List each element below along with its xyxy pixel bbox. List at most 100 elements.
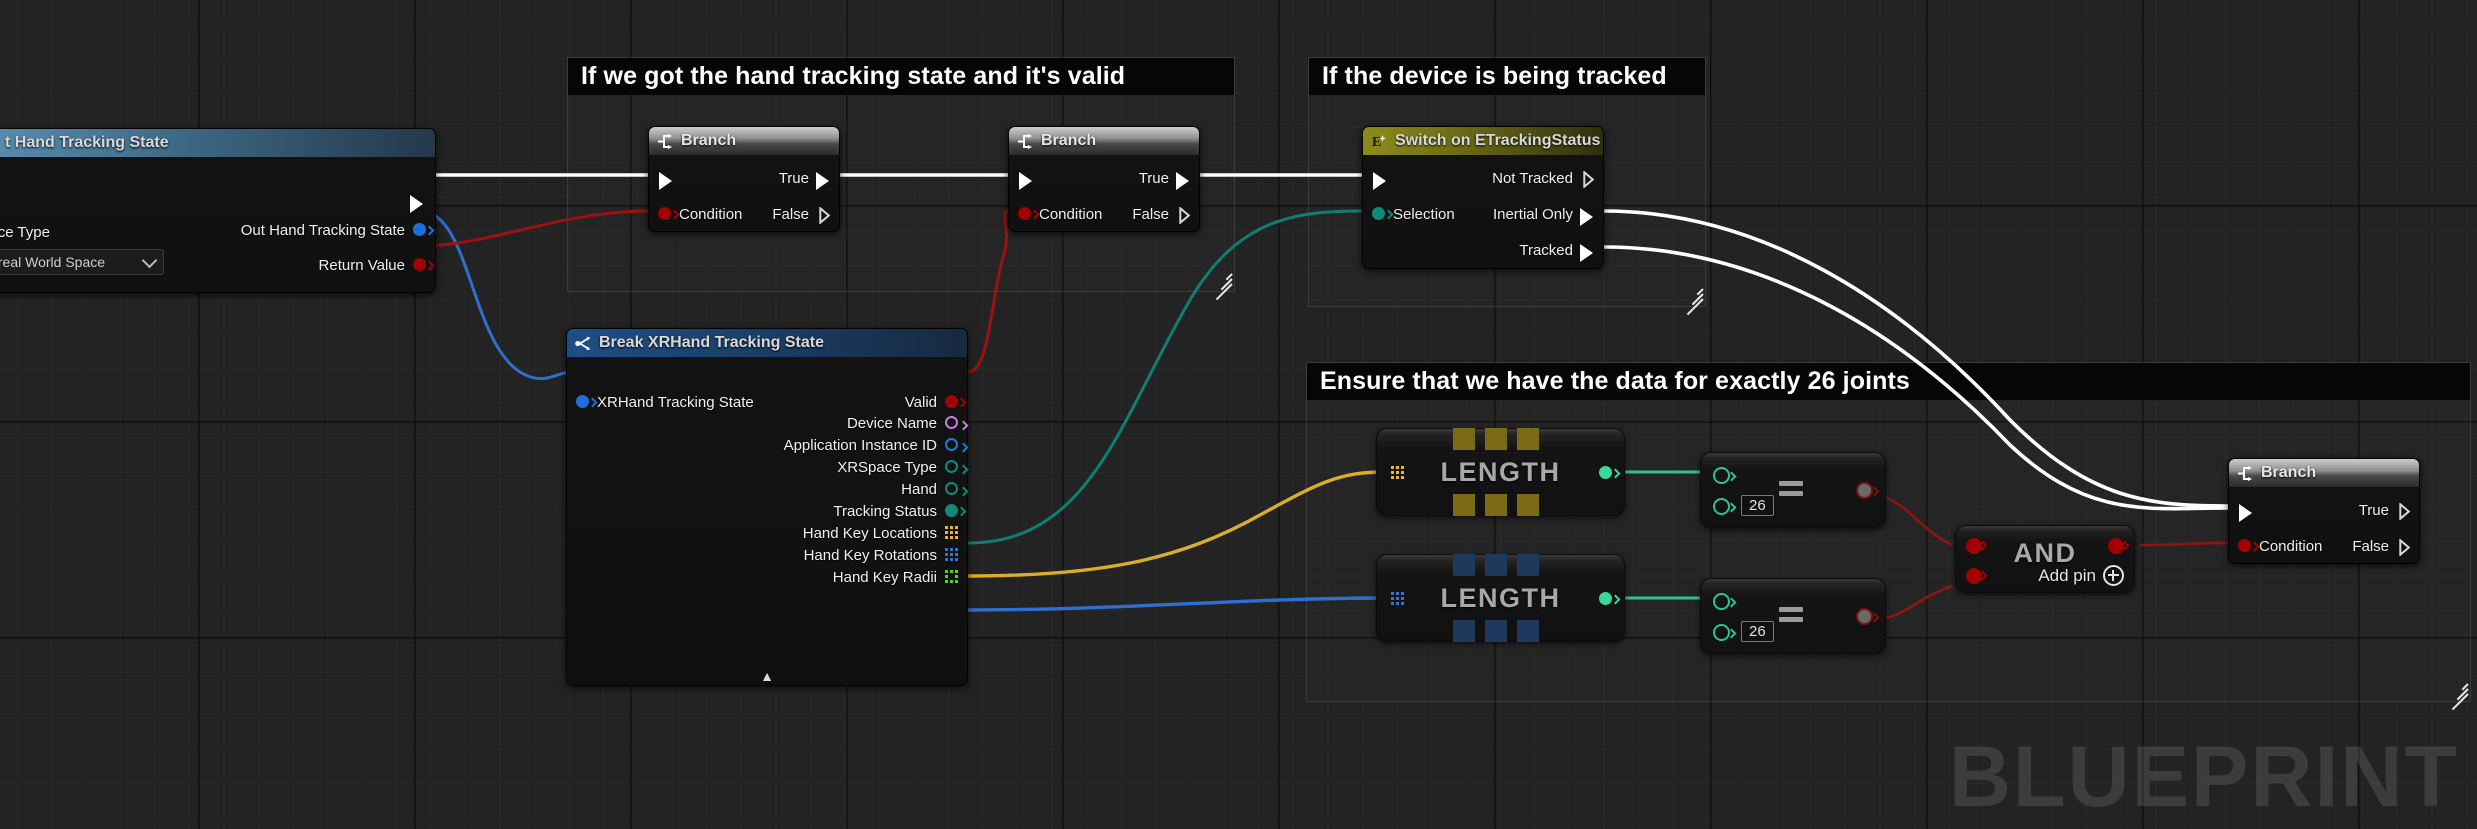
output-label-valid: Valid — [904, 394, 937, 411]
node-title: Break XRHand Tracking State — [599, 334, 824, 351]
add-pin-label: Add pin — [2038, 565, 2096, 585]
node-title: Branch — [1041, 132, 1097, 149]
input-pin-condition[interactable] — [1018, 207, 1031, 220]
node-title: t Hand Tracking State — [5, 134, 169, 151]
input-label-condition: Condition — [679, 206, 743, 223]
output-pin-result[interactable] — [1856, 608, 1873, 625]
dropdown-value: Unreal World Space — [0, 254, 106, 270]
output-pin-hand-key-radii[interactable] — [945, 570, 958, 583]
input-pin-selection[interactable] — [1372, 207, 1385, 220]
output-pin-hand[interactable] — [945, 482, 958, 495]
output-label-out-hand-tracking-state: Out Hand Tracking State — [240, 222, 405, 239]
node-get-hand-tracking-state[interactable]: t Hand Tracking State Space Type Unreal … — [0, 128, 436, 293]
node-title: Switch on ETrackingStatus — [1395, 132, 1601, 149]
output-label-application-instance-id: Application Instance ID — [783, 437, 937, 454]
node-body: True Condition False — [649, 155, 839, 233]
node-body: Not Tracked Selection Inertial Only Trac… — [1363, 155, 1603, 270]
exec-input-pin[interactable] — [2239, 504, 2252, 522]
comment-resize-handle[interactable] — [1210, 267, 1233, 301]
output-label-false: False — [2352, 538, 2389, 555]
collapse-node-chevron-up-icon[interactable]: ▲ — [567, 669, 967, 683]
node-equals-rotations[interactable]: 26 — [1700, 578, 1886, 654]
input-pin-xrhand-tracking-state[interactable] — [576, 395, 589, 408]
length-decoration-bottom — [1453, 494, 1539, 516]
output-label-false: False — [1132, 206, 1169, 223]
node-header: t Hand Tracking State — [0, 129, 435, 157]
output-pin-device-name[interactable] — [945, 416, 958, 429]
equals-symbol-icon — [1779, 607, 1803, 622]
exec-output-false-pin[interactable] — [2399, 539, 2411, 556]
branch-icon — [2237, 465, 2254, 482]
input-pin-b[interactable] — [1713, 624, 1730, 641]
output-pin-length[interactable] — [1599, 466, 1612, 479]
node-header: Break XRHand Tracking State — [567, 329, 967, 357]
exec-input-pin[interactable] — [1373, 172, 1386, 190]
node-and[interactable]: AND Add pin — [1955, 525, 2135, 593]
output-pin-result[interactable] — [1856, 482, 1873, 499]
exec-input-pin[interactable] — [659, 172, 672, 190]
equals-symbol-icon — [1779, 481, 1803, 496]
comment-title: If we got the hand tracking state and it… — [581, 62, 1126, 90]
output-label-true: True — [778, 170, 809, 187]
exec-output-not-tracked-pin[interactable] — [1583, 171, 1595, 188]
node-title: Branch — [2261, 464, 2317, 481]
exec-output-pin[interactable] — [410, 195, 423, 213]
input-pin-condition[interactable] — [658, 207, 671, 220]
output-pin-result[interactable] — [2108, 538, 2124, 554]
input-pin-a[interactable] — [1713, 593, 1730, 610]
output-label-tracked: Tracked — [1519, 242, 1573, 259]
input-pin-array[interactable] — [1391, 592, 1404, 605]
output-pin-out-hand-tracking-state[interactable] — [413, 223, 426, 236]
output-pin-return-value[interactable] — [413, 258, 426, 271]
node-equals-locations[interactable]: 26 — [1700, 452, 1886, 528]
output-label-true: True — [1138, 170, 1169, 187]
comment-title-bar: If the device is being tracked — [1309, 58, 1705, 95]
input-label-condition: Condition — [2259, 538, 2323, 555]
node-branch-2[interactable]: Branch True Condition False — [1008, 126, 1200, 232]
node-body: Space Type Unreal World Space nd Out Han… — [0, 157, 435, 294]
output-label-hand: Hand — [901, 481, 937, 498]
exec-output-true-pin[interactable] — [2399, 503, 2411, 520]
output-pin-xrspace-type[interactable] — [945, 460, 958, 473]
space-type-dropdown[interactable]: Unreal World Space — [0, 249, 164, 275]
exec-output-tracked-pin[interactable] — [1580, 244, 1593, 262]
output-pin-valid[interactable] — [945, 395, 958, 408]
exec-input-pin[interactable] — [1019, 172, 1032, 190]
comment-title-bar: Ensure that we have the data for exactly… — [1307, 363, 2470, 400]
node-header: Branch — [649, 127, 839, 155]
node-branch-1[interactable]: Branch True Condition False — [648, 126, 840, 232]
blueprint-graph-canvas[interactable]: BLUEPRINT If we got the hand tracking st… — [0, 0, 2477, 829]
exec-output-true-pin[interactable] — [1176, 172, 1189, 190]
node-length-rotations[interactable]: LENGTH — [1376, 554, 1625, 642]
length-decoration-top — [1453, 428, 1539, 450]
output-label-device-name: Device Name — [846, 415, 937, 432]
node-switch-on-etrackingstatus[interactable]: E Switch on ETrackingStatus Not Tracked … — [1362, 126, 1604, 269]
exec-output-false-pin[interactable] — [1179, 207, 1191, 224]
output-pin-hand-key-rotations[interactable] — [945, 548, 958, 561]
input-pin-b[interactable] — [1966, 568, 1982, 584]
node-branch-3[interactable]: Branch True Condition False — [2228, 458, 2420, 564]
exec-output-false-pin[interactable] — [819, 207, 831, 224]
output-pin-hand-key-locations[interactable] — [945, 526, 958, 539]
value-input-b[interactable]: 26 — [1741, 621, 1774, 642]
input-pin-condition[interactable] — [2238, 539, 2251, 552]
comment-resize-handle[interactable] — [1681, 282, 1704, 316]
exec-output-inertial-only-pin[interactable] — [1580, 208, 1593, 226]
add-pin-button[interactable]: Add pin — [2038, 565, 2124, 586]
output-pin-tracking-status[interactable] — [945, 504, 958, 517]
output-label-not-tracked: Not Tracked — [1492, 170, 1573, 187]
input-pin-b[interactable] — [1713, 498, 1730, 515]
input-pin-array[interactable] — [1391, 466, 1404, 479]
plus-circle-icon — [2103, 565, 2124, 586]
blueprint-watermark: BLUEPRINT — [1948, 729, 2459, 825]
output-pin-length[interactable] — [1599, 592, 1612, 605]
output-label-hand-key-rotations: Hand Key Rotations — [803, 547, 937, 564]
node-length-locations[interactable]: LENGTH — [1376, 428, 1625, 516]
input-pin-a[interactable] — [1713, 467, 1730, 484]
node-break-xrhand-tracking-state[interactable]: Break XRHand Tracking State XRHand Track… — [566, 328, 968, 686]
value-input-b[interactable]: 26 — [1741, 495, 1774, 516]
output-label-true: True — [2358, 502, 2389, 519]
comment-resize-handle[interactable] — [2446, 677, 2469, 711]
exec-output-true-pin[interactable] — [816, 172, 829, 190]
output-pin-application-instance-id[interactable] — [945, 438, 958, 451]
